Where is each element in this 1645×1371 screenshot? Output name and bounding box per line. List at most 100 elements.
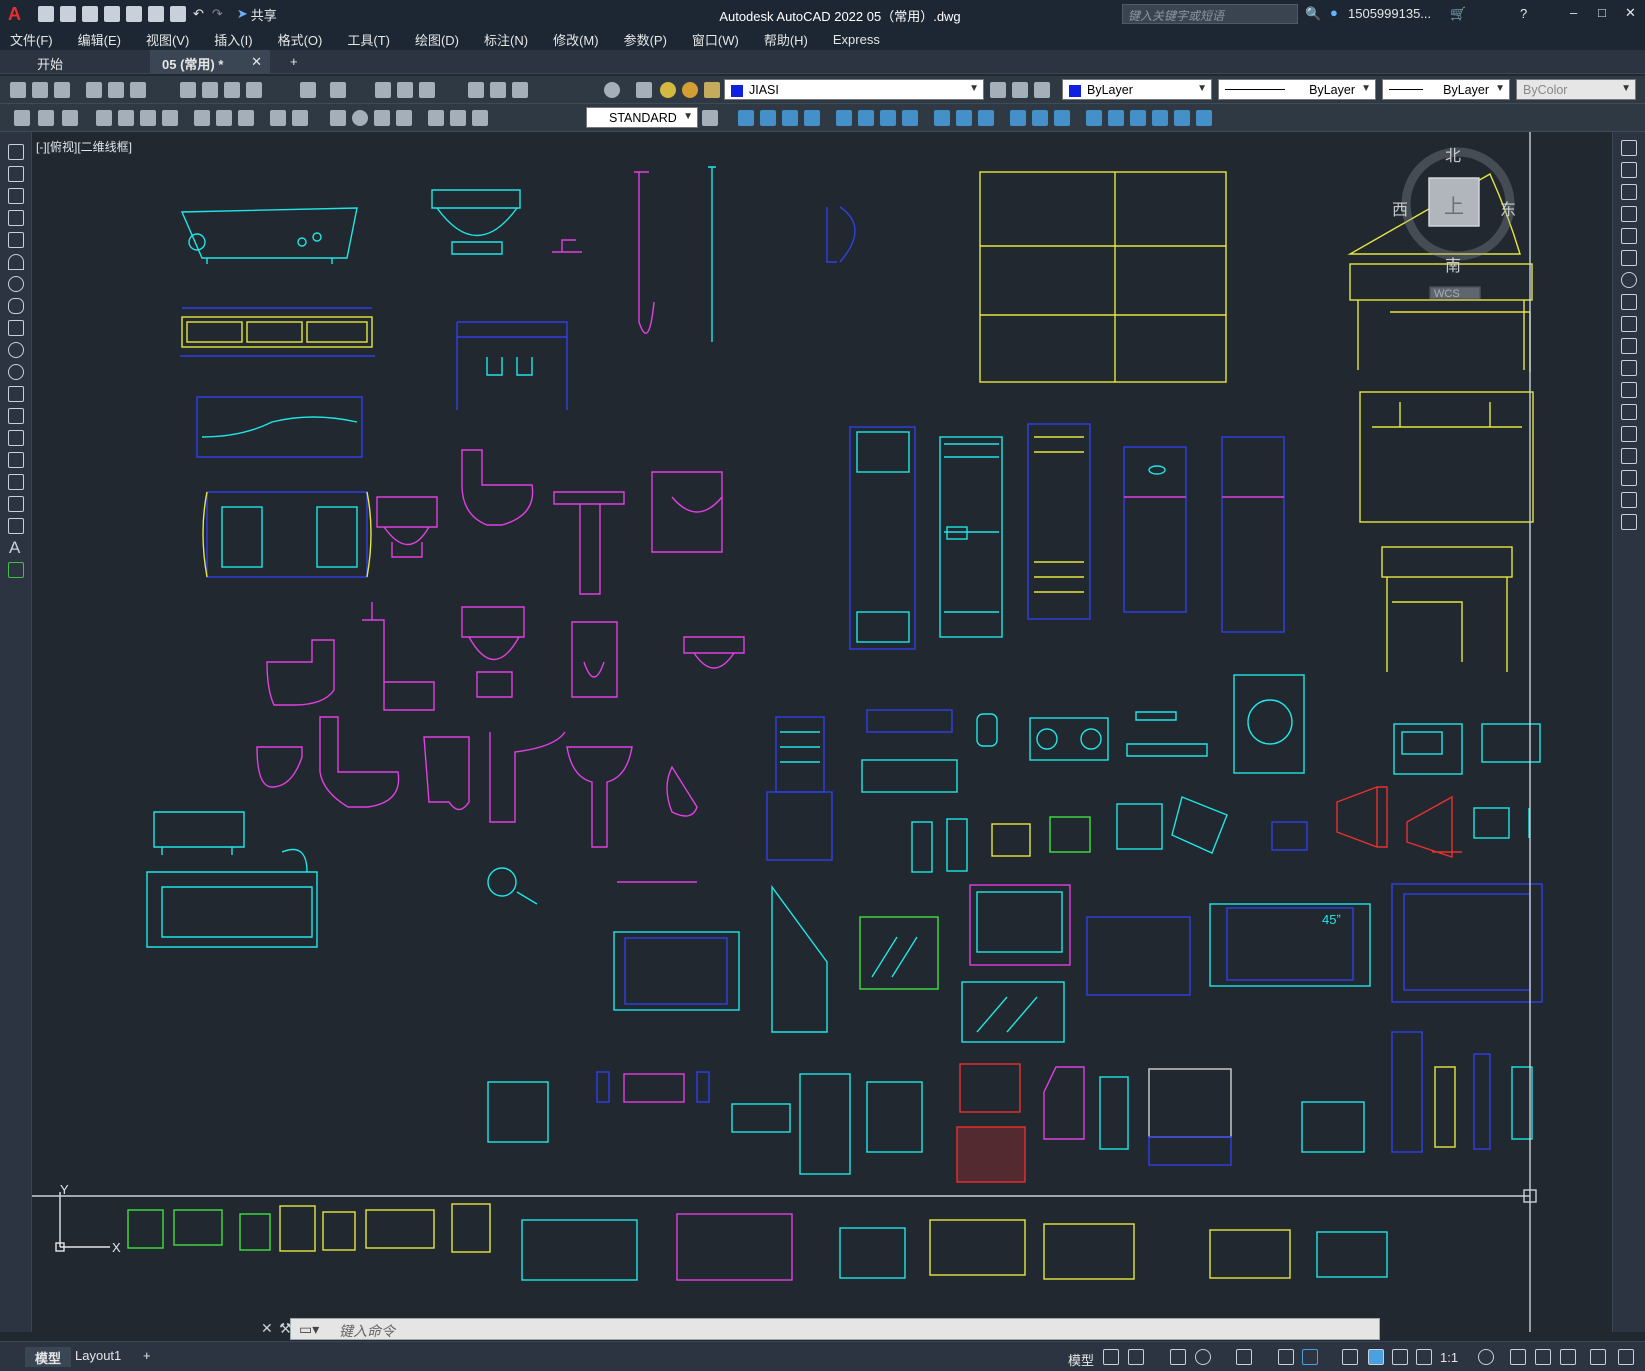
layer-previous-icon[interactable] — [1012, 82, 1028, 98]
slice-icon[interactable] — [1010, 110, 1026, 126]
join-icon[interactable] — [1621, 426, 1637, 442]
break-icon[interactable] — [1621, 404, 1637, 420]
auto-scale-icon[interactable] — [1392, 1349, 1408, 1365]
blend-icon[interactable] — [1621, 492, 1637, 508]
tab-layout1[interactable]: Layout1 — [65, 1347, 131, 1367]
line-icon[interactable] — [8, 144, 24, 160]
union-icon[interactable] — [934, 110, 950, 126]
isodraft-icon[interactable] — [1236, 1349, 1252, 1365]
help-icon[interactable] — [604, 82, 620, 98]
command-line[interactable]: ✕ ⚒ ▭▾ 键入命令 — [261, 1318, 1380, 1340]
cut-icon[interactable] — [180, 82, 196, 98]
tolerance-icon[interactable] — [330, 110, 346, 126]
compass-east[interactable]: 东 — [1500, 196, 1516, 220]
array-icon[interactable] — [1621, 228, 1637, 244]
add-layout-button[interactable]: + — [133, 1347, 161, 1367]
menu-insert[interactable]: 插入(I) — [214, 30, 252, 49]
spline-icon[interactable] — [8, 320, 24, 336]
menu-parameter[interactable]: 参数(P) — [624, 30, 667, 49]
insert-block-icon[interactable] — [8, 386, 24, 402]
viewport-controls-label[interactable]: [-][俯视][二维线框] — [36, 138, 132, 155]
menu-help[interactable]: 帮助(H) — [764, 30, 808, 49]
dim-baseline-icon[interactable] — [216, 110, 232, 126]
model-space-toggle[interactable]: 模型 — [1068, 1350, 1094, 1369]
text-style-dropdown[interactable]: STANDARD ▼ — [586, 107, 698, 128]
undo-icon[interactable]: ↶ — [193, 6, 204, 22]
command-history-icon[interactable]: ▭▾ — [299, 1321, 319, 1338]
dim-text-edit-icon[interactable] — [450, 110, 466, 126]
intersect-icon[interactable] — [978, 110, 994, 126]
tool-palette-icon[interactable] — [512, 82, 528, 98]
annotation-scale-value[interactable]: 1:1 — [1440, 1350, 1458, 1365]
lock-icon[interactable] — [704, 82, 720, 98]
polyline-icon[interactable] — [8, 188, 24, 204]
solid-cylinder-icon[interactable] — [760, 110, 776, 126]
circle-icon[interactable] — [8, 276, 24, 292]
solid-box-icon[interactable] — [738, 110, 754, 126]
snap-icon[interactable] — [1128, 1349, 1144, 1365]
revision-cloud-icon[interactable] — [8, 298, 24, 314]
dim-diameter-icon[interactable] — [140, 110, 156, 126]
lineweight-icon[interactable] — [1342, 1349, 1358, 1365]
extend-icon[interactable] — [1621, 360, 1637, 376]
color-dropdown[interactable]: ByLayer ▼ — [1062, 79, 1212, 100]
user-name[interactable]: 1505999135... — [1348, 6, 1431, 21]
annotation-scale-icon[interactable] — [1416, 1349, 1432, 1365]
table-icon[interactable] — [8, 518, 24, 534]
menu-express[interactable]: Express — [833, 32, 880, 47]
new-icon[interactable] — [38, 6, 54, 22]
dim-linear-icon[interactable] — [14, 110, 30, 126]
menu-dimension[interactable]: 标注(N) — [484, 30, 528, 49]
extrude-icon[interactable] — [880, 110, 896, 126]
separate-icon[interactable] — [1174, 110, 1190, 126]
design-center-icon[interactable] — [490, 82, 506, 98]
scale-icon[interactable] — [1621, 294, 1637, 310]
redo-icon[interactable] — [330, 82, 346, 98]
isolate-icon[interactable] — [1535, 1349, 1551, 1365]
print-icon[interactable] — [170, 6, 186, 22]
region-icon[interactable] — [8, 496, 24, 512]
import-icon[interactable] — [148, 6, 164, 22]
polar-icon[interactable] — [1195, 1349, 1211, 1365]
save-as-icon[interactable] — [104, 6, 120, 22]
dim-style-icon[interactable] — [702, 110, 718, 126]
add-icon[interactable] — [1510, 1349, 1526, 1365]
cart-icon[interactable]: 🛒 — [1450, 6, 1466, 22]
menu-modify[interactable]: 修改(M) — [553, 30, 599, 49]
shell-icon[interactable] — [1152, 110, 1168, 126]
redo-icon[interactable]: ↷ — [212, 6, 223, 22]
share-icon[interactable]: ➤ — [237, 6, 248, 22]
zoom-window-icon[interactable] — [419, 82, 435, 98]
copy-icon[interactable] — [202, 82, 218, 98]
grid-icon[interactable] — [1103, 1349, 1119, 1365]
hardware-acceleration-icon[interactable] — [1560, 1349, 1576, 1365]
layer-dropdown[interactable]: JIASI ▼ — [724, 79, 984, 100]
drawing-canvas[interactable]: 北 南 西 东 上 WCS Y X 45ˮ — [32, 132, 1612, 1332]
object-snap-tracking-icon[interactable] — [1302, 1349, 1318, 1365]
match-icon[interactable] — [246, 82, 262, 98]
construction-line-icon[interactable] — [8, 166, 24, 182]
publish-icon[interactable] — [130, 82, 146, 98]
help-icon[interactable]: ? — [1520, 6, 1527, 21]
ellipse-icon[interactable] — [8, 342, 24, 358]
break-point-icon[interactable] — [1621, 382, 1637, 398]
preview-icon[interactable] — [108, 82, 124, 98]
solid-wedge-icon[interactable] — [782, 110, 798, 126]
autocad-logo[interactable]: A — [8, 4, 21, 25]
arc-icon[interactable] — [8, 254, 24, 270]
search-icon[interactable]: 🔍 — [1305, 6, 1321, 22]
move-icon[interactable] — [1621, 250, 1637, 266]
menu-draw[interactable]: 绘图(D) — [415, 30, 459, 49]
dim-angular-icon[interactable] — [162, 110, 178, 126]
maximize-button[interactable]: □ — [1598, 5, 1606, 20]
compass-north[interactable]: 北 — [1445, 142, 1461, 166]
search-input[interactable]: 键入关键字或短语 — [1122, 4, 1298, 24]
fillet-icon[interactable] — [1621, 470, 1637, 486]
hatch-icon[interactable] — [8, 452, 24, 468]
layer-match-icon[interactable] — [990, 82, 1006, 98]
user-icon[interactable]: ● — [1330, 5, 1338, 20]
interfere-icon[interactable] — [1054, 110, 1070, 126]
extract-edges-icon[interactable] — [1086, 110, 1102, 126]
rotate-icon[interactable] — [1621, 272, 1637, 288]
add-selected-icon[interactable] — [8, 562, 24, 578]
